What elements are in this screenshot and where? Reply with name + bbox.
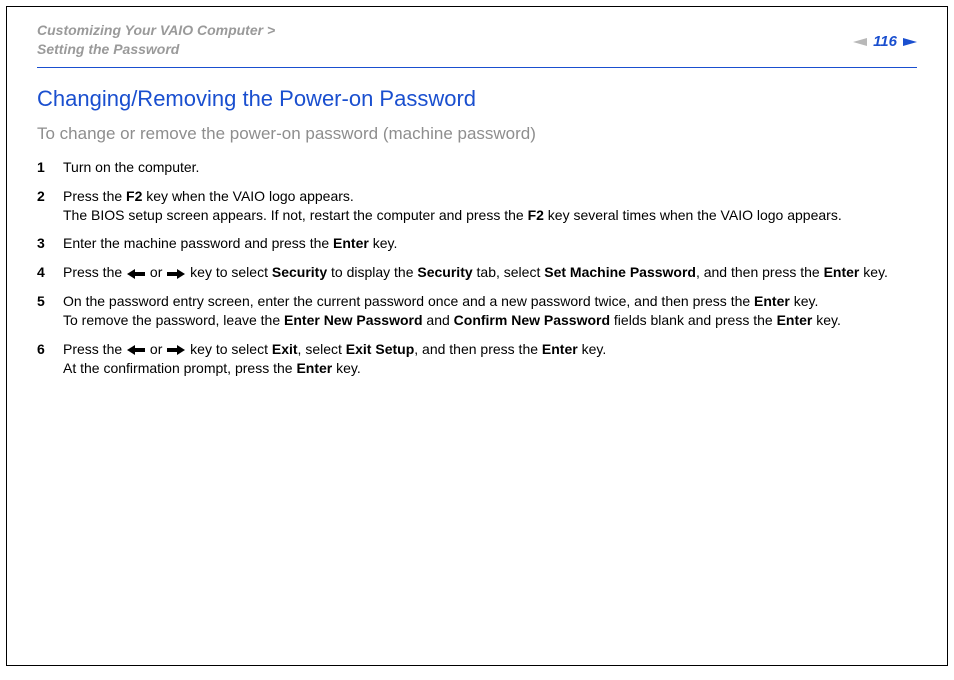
page-navigation: 116 (853, 21, 917, 50)
step-text: Enter the machine password and press the… (63, 234, 917, 253)
step-item: 5On the password entry screen, enter the… (37, 292, 917, 330)
section-title: Changing/Removing the Power-on Password (37, 86, 917, 112)
step-text: Turn on the computer. (63, 158, 917, 177)
step-number: 3 (37, 234, 63, 253)
step-item: 4Press the or key to select Security to … (37, 263, 917, 282)
step-number: 2 (37, 187, 63, 225)
right-arrow-key-icon (167, 269, 185, 279)
step-number: 5 (37, 292, 63, 330)
page-number: 116 (873, 33, 897, 50)
step-text: Press the or key to select Exit, select … (63, 340, 917, 378)
step-item: 3Enter the machine password and press th… (37, 234, 917, 253)
step-item: 6Press the or key to select Exit, select… (37, 340, 917, 378)
breadcrumb: Customizing Your VAIO Computer > Setting… (37, 21, 275, 59)
breadcrumb-line-1: Customizing Your VAIO Computer > (37, 21, 275, 40)
step-item: 1Turn on the computer. (37, 158, 917, 177)
right-arrow-key-icon (167, 345, 185, 355)
step-text: Press the or key to select Security to d… (63, 263, 917, 282)
left-arrow-key-icon (127, 269, 145, 279)
next-page-arrow-icon[interactable] (903, 36, 917, 48)
left-arrow-key-icon (127, 345, 145, 355)
step-number: 1 (37, 158, 63, 177)
section-subtitle: To change or remove the power-on passwor… (37, 124, 917, 144)
document-page: Customizing Your VAIO Computer > Setting… (6, 6, 948, 666)
steps-list: 1Turn on the computer.2Press the F2 key … (37, 158, 917, 378)
step-text: Press the F2 key when the VAIO logo appe… (63, 187, 917, 225)
breadcrumb-line-2: Setting the Password (37, 40, 275, 59)
page-header: Customizing Your VAIO Computer > Setting… (37, 21, 917, 68)
prev-page-arrow-icon[interactable] (853, 36, 867, 48)
step-number: 6 (37, 340, 63, 378)
step-number: 4 (37, 263, 63, 282)
step-text: On the password entry screen, enter the … (63, 292, 917, 330)
step-item: 2Press the F2 key when the VAIO logo app… (37, 187, 917, 225)
